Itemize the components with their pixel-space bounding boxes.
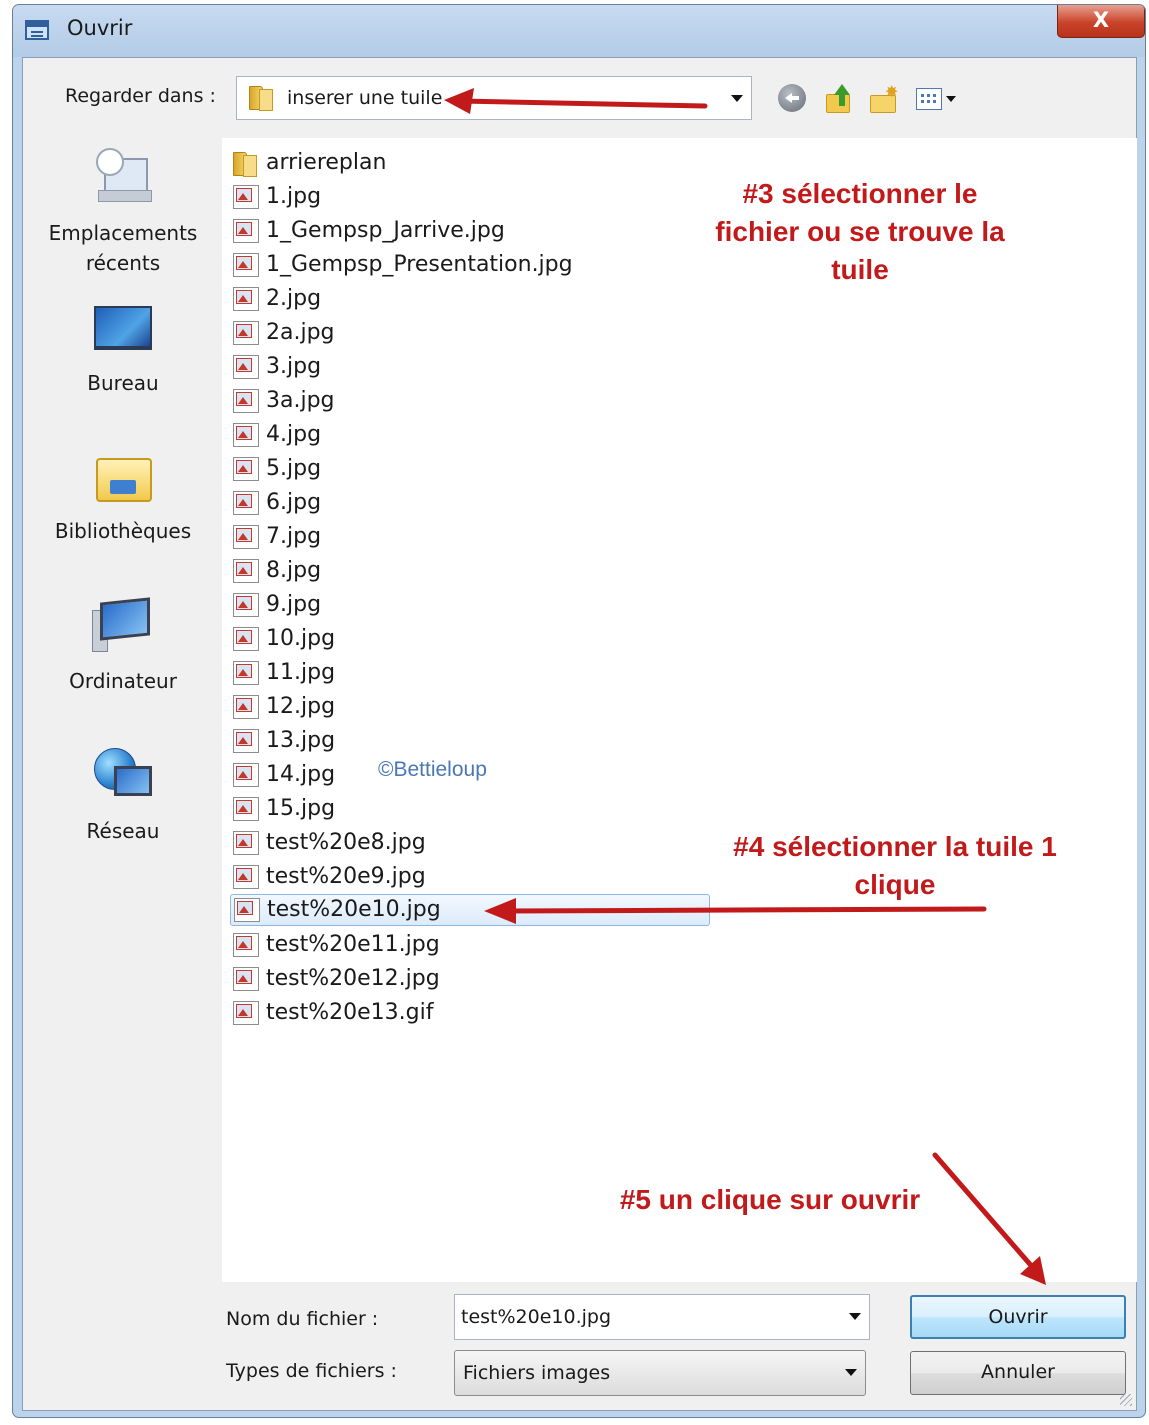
recent-places-icon — [92, 148, 154, 210]
list-item[interactable]: 11.jpg — [230, 658, 710, 690]
list-item[interactable]: arriereplan — [230, 148, 710, 180]
list-item[interactable]: 9.jpg — [230, 590, 710, 622]
place-computer[interactable]: Ordinateur — [33, 596, 213, 696]
image-file-icon — [233, 967, 259, 991]
list-item[interactable]: 3.jpg — [230, 352, 710, 384]
image-file-icon — [233, 389, 259, 413]
list-item[interactable]: 5.jpg — [230, 454, 710, 486]
place-label: Réseau — [86, 819, 160, 843]
image-file-icon — [233, 695, 259, 719]
image-file-icon — [233, 253, 259, 277]
filetype-select[interactable]: Fichiers images — [454, 1350, 866, 1396]
list-item[interactable]: test%20e11.jpg — [230, 930, 710, 962]
image-file-icon — [233, 627, 259, 651]
list-item[interactable]: 1_Gempsp_Presentation.jpg — [230, 250, 710, 282]
view-menu-icon[interactable] — [916, 84, 956, 114]
filename-value: test%20e10.jpg — [461, 1306, 612, 1328]
new-folder-icon[interactable]: ✸ — [868, 84, 898, 114]
dialog-window-icon — [25, 20, 49, 40]
image-file-icon — [233, 457, 259, 481]
place-libraries[interactable]: Bibliothèques — [33, 446, 213, 546]
network-icon — [92, 746, 154, 808]
place-label: Ordinateur — [69, 669, 177, 693]
list-item[interactable]: test%20e13.gif — [230, 998, 710, 1030]
image-file-icon — [233, 525, 259, 549]
title-bar[interactable]: Ouvrir X — [13, 5, 1145, 57]
list-item[interactable]: 15.jpg — [230, 794, 710, 826]
image-file-icon — [233, 763, 259, 787]
list-item[interactable]: 3a.jpg — [230, 386, 710, 418]
libraries-icon — [92, 446, 154, 508]
annotation-step3: #3 sélectionner le fichier ou se trouve … — [715, 178, 1005, 285]
image-file-icon — [233, 797, 259, 821]
open-button[interactable]: Ouvrir — [910, 1295, 1126, 1339]
image-file-icon — [233, 1001, 259, 1025]
list-item[interactable]: test%20e12.jpg — [230, 964, 710, 996]
image-file-icon — [233, 831, 259, 855]
look-in-value: inserer une tuile — [287, 87, 443, 109]
look-in-dropdown[interactable]: inserer une tuile — [236, 76, 752, 120]
list-item[interactable]: 10.jpg — [230, 624, 710, 656]
filetype-value: Fichiers images — [463, 1362, 611, 1384]
chevron-down-icon[interactable] — [849, 1313, 861, 1320]
image-file-icon — [233, 865, 259, 889]
image-file-icon — [233, 559, 259, 583]
chevron-down-icon[interactable] — [731, 95, 743, 102]
chevron-down-icon[interactable] — [845, 1369, 857, 1376]
place-network[interactable]: Réseau — [33, 746, 213, 846]
annotation-step5: #5 un clique sur ouvrir — [619, 1184, 921, 1215]
list-item[interactable]: 2.jpg — [230, 284, 710, 316]
place-label: Bibliothèques — [54, 519, 192, 543]
annotation-step4: #4 sélectionner la tuile 1 clique — [733, 831, 1057, 900]
dialog-title: Ouvrir — [67, 16, 133, 40]
places-bar: Emplacements récents Bureau Bibliothèque… — [33, 138, 213, 1278]
desktop-icon — [92, 298, 154, 360]
file-list[interactable]: arriereplan 1.jpg 1_Gempsp_Jarrive.jpg 1… — [222, 138, 1137, 1282]
list-item[interactable]: 6.jpg — [230, 488, 710, 520]
image-file-icon — [234, 898, 260, 922]
list-item[interactable]: 2a.jpg — [230, 318, 710, 350]
close-button[interactable]: X — [1057, 5, 1145, 38]
folder-icon — [233, 152, 259, 177]
image-file-icon — [233, 661, 259, 685]
list-item-selected[interactable]: test%20e10.jpg — [230, 894, 710, 926]
up-folder-icon[interactable] — [824, 84, 854, 114]
list-item[interactable]: 8.jpg — [230, 556, 710, 588]
image-file-icon — [233, 321, 259, 345]
place-desktop[interactable]: Bureau — [33, 298, 213, 398]
place-label: Emplacements récents — [48, 221, 198, 275]
image-file-icon — [233, 219, 259, 243]
image-file-icon — [233, 933, 259, 957]
filename-label: Nom du fichier : — [226, 1308, 379, 1330]
back-icon[interactable] — [778, 84, 806, 112]
list-item[interactable]: 12.jpg — [230, 692, 710, 724]
filename-input[interactable]: test%20e10.jpg — [454, 1294, 870, 1340]
list-item[interactable]: 1.jpg — [230, 182, 710, 214]
image-file-icon — [233, 729, 259, 753]
image-file-icon — [233, 593, 259, 617]
list-item[interactable]: 7.jpg — [230, 522, 710, 554]
image-file-icon — [233, 491, 259, 515]
image-file-icon — [233, 355, 259, 379]
list-item[interactable]: 4.jpg — [230, 420, 710, 452]
list-item[interactable]: 1_Gempsp_Jarrive.jpg — [230, 216, 710, 248]
list-item[interactable]: test%20e8.jpg — [230, 828, 710, 860]
list-item[interactable]: 13.jpg — [230, 726, 710, 758]
image-file-icon — [233, 287, 259, 311]
watermark: ©Bettieloup — [378, 758, 487, 781]
list-item[interactable]: test%20e9.jpg — [230, 862, 710, 894]
cancel-button[interactable]: Annuler — [910, 1351, 1126, 1395]
look-in-label: Regarder dans : — [65, 85, 216, 107]
resize-grip-icon[interactable] — [1120, 1394, 1132, 1406]
computer-icon — [92, 596, 154, 658]
filetype-label: Types de fichiers : — [226, 1360, 397, 1382]
place-recent[interactable]: Emplacements récents — [33, 148, 213, 278]
image-file-icon — [233, 185, 259, 209]
image-file-icon — [233, 423, 259, 447]
folder-icon — [249, 86, 275, 111]
place-label: Bureau — [87, 371, 159, 395]
